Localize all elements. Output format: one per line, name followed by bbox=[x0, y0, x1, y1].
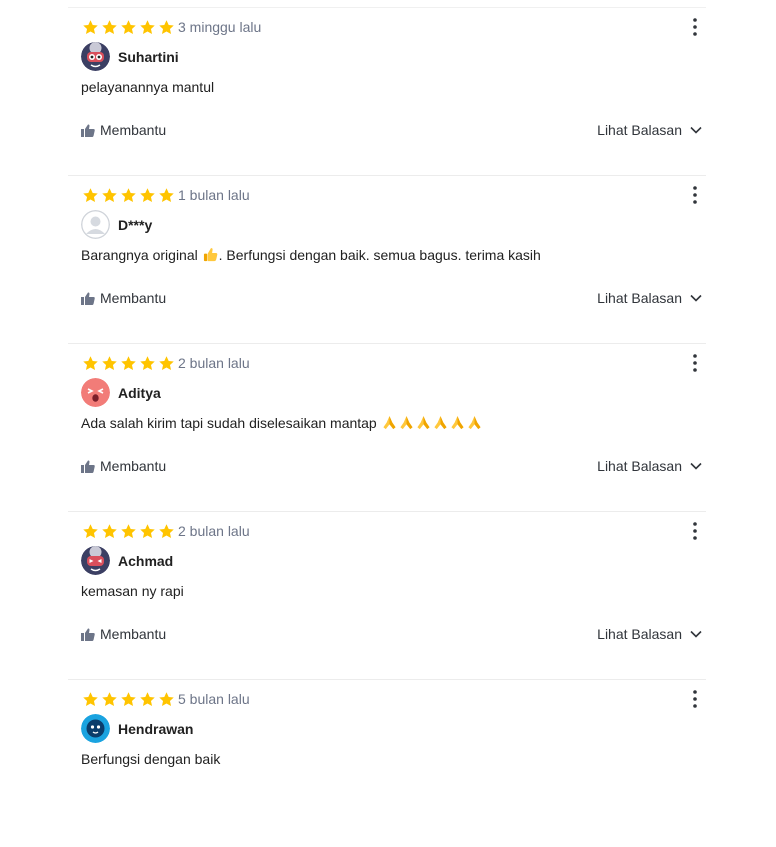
review-date: 2 bulan lalu bbox=[178, 355, 250, 371]
review-text-content: Barangnya original bbox=[81, 247, 198, 263]
review-text-content: Berfungsi dengan baik bbox=[81, 751, 221, 767]
avatar-pink-face-icon bbox=[81, 378, 110, 407]
helpful-button[interactable]: Membantu bbox=[81, 121, 166, 139]
more-options-icon[interactable] bbox=[686, 520, 704, 542]
chevron-down-icon bbox=[690, 462, 702, 470]
star-icon bbox=[121, 523, 136, 538]
star-icon bbox=[140, 523, 155, 538]
view-replies-button[interactable]: Lihat Balasan bbox=[597, 121, 702, 139]
thumbs-up-icon bbox=[203, 248, 217, 262]
review-date: 5 bulan lalu bbox=[178, 691, 250, 707]
review-text-content: kemasan ny rapi bbox=[81, 583, 184, 599]
review-date: 3 minggu lalu bbox=[178, 19, 262, 35]
more-options-icon[interactable] bbox=[686, 688, 704, 710]
more-options-icon[interactable] bbox=[686, 352, 704, 374]
review-item: 2 bulan lalu Aditya Ada salah kirim tapi… bbox=[68, 343, 706, 511]
more-options-icon[interactable] bbox=[686, 184, 704, 206]
star-icon bbox=[121, 187, 136, 202]
star-icon bbox=[121, 691, 136, 706]
avatar-default-icon bbox=[81, 210, 110, 239]
star-icon bbox=[83, 187, 98, 202]
folded-hands-icon bbox=[383, 415, 396, 430]
view-replies-button[interactable]: Lihat Balasan bbox=[597, 289, 702, 307]
review-date: 2 bulan lalu bbox=[178, 523, 250, 539]
rating-stars bbox=[82, 18, 177, 36]
view-replies-label: Lihat Balasan bbox=[597, 626, 682, 642]
avatar-robot-icon bbox=[81, 546, 110, 575]
view-replies-label: Lihat Balasan bbox=[597, 458, 682, 474]
review-text-content: pelayanannya mantul bbox=[81, 79, 215, 95]
rating-stars bbox=[82, 186, 177, 204]
star-icon bbox=[83, 19, 98, 34]
helpful-label: Membantu bbox=[100, 122, 167, 138]
star-icon bbox=[102, 19, 117, 34]
thumbs-up-icon bbox=[81, 291, 95, 305]
review-text-content: Ada salah kirim tapi sudah diselesaikan … bbox=[81, 415, 377, 431]
review-text: Berfungsi dengan baik bbox=[81, 749, 220, 769]
review-text: Ada salah kirim tapi sudah diselesaikan … bbox=[81, 413, 483, 433]
helpful-button[interactable]: Membantu bbox=[81, 289, 166, 307]
star-icon bbox=[140, 187, 155, 202]
star-icon bbox=[102, 523, 117, 538]
view-replies-button[interactable]: Lihat Balasan bbox=[597, 625, 702, 643]
review-text: Barangnya original . Berfungsi dengan ba… bbox=[81, 245, 541, 265]
star-icon bbox=[102, 691, 117, 706]
folded-hands-icon bbox=[417, 415, 430, 430]
review-text: kemasan ny rapi bbox=[81, 581, 184, 601]
review-text-continued: . Berfungsi dengan baik. semua bagus. te… bbox=[218, 247, 541, 263]
star-icon bbox=[140, 19, 155, 34]
helpful-label: Membantu bbox=[100, 458, 167, 474]
view-replies-label: Lihat Balasan bbox=[597, 290, 682, 306]
star-icon bbox=[159, 355, 174, 370]
star-icon bbox=[140, 691, 155, 706]
folded-hands-icon bbox=[434, 415, 447, 430]
avatar-blue-ghost-icon bbox=[81, 714, 110, 743]
star-icon bbox=[83, 691, 98, 706]
star-icon bbox=[140, 355, 155, 370]
chevron-down-icon bbox=[690, 126, 702, 134]
reviewer-name: Aditya bbox=[118, 385, 161, 401]
rating-stars bbox=[82, 690, 177, 708]
reviewer-name: D***y bbox=[118, 217, 153, 233]
star-icon bbox=[159, 187, 174, 202]
helpful-label: Membantu bbox=[100, 626, 167, 642]
star-icon bbox=[83, 523, 98, 538]
star-icon bbox=[121, 355, 136, 370]
rating-stars bbox=[82, 522, 177, 540]
thumbs-up-icon bbox=[81, 123, 95, 137]
star-icon bbox=[102, 187, 117, 202]
folded-hands-icon bbox=[451, 415, 464, 430]
helpful-button[interactable]: Membantu bbox=[81, 457, 166, 475]
reviewer-name: Achmad bbox=[118, 553, 174, 569]
review-item: 3 minggu lalu Suhartini pelayanannya man… bbox=[68, 7, 706, 175]
folded-hands-icon bbox=[400, 415, 413, 430]
chevron-down-icon bbox=[690, 630, 702, 638]
helpful-label: Membantu bbox=[100, 290, 167, 306]
review-item: 1 bulan lalu D***y Barangnya original . … bbox=[68, 175, 706, 343]
star-icon bbox=[159, 523, 174, 538]
review-item: 2 bulan lalu Achmad kemasan ny rapi Memb… bbox=[68, 511, 706, 679]
view-replies-button[interactable]: Lihat Balasan bbox=[597, 457, 702, 475]
avatar-robot-icon bbox=[81, 42, 110, 71]
star-icon bbox=[83, 355, 98, 370]
star-icon bbox=[159, 19, 174, 34]
folded-hands-icon bbox=[468, 415, 481, 430]
thumbs-up-icon bbox=[81, 459, 95, 473]
review-date: 1 bulan lalu bbox=[178, 187, 250, 203]
more-options-icon[interactable] bbox=[686, 16, 704, 38]
thumbs-up-icon bbox=[81, 627, 95, 641]
review-item: 5 bulan lalu Hendrawan Berfungsi dengan … bbox=[68, 679, 706, 847]
folded-hands-emoji-group bbox=[381, 415, 483, 431]
view-replies-label: Lihat Balasan bbox=[597, 122, 682, 138]
reviewer-name: Hendrawan bbox=[118, 721, 194, 737]
review-text: pelayanannya mantul bbox=[81, 77, 214, 97]
star-icon bbox=[102, 355, 117, 370]
reviewer-name: Suhartini bbox=[118, 49, 179, 65]
star-icon bbox=[121, 19, 136, 34]
star-icon bbox=[159, 691, 174, 706]
helpful-button[interactable]: Membantu bbox=[81, 625, 166, 643]
chevron-down-icon bbox=[690, 294, 702, 302]
review-list: 3 minggu lalu Suhartini pelayanannya man… bbox=[68, 7, 706, 847]
rating-stars bbox=[82, 354, 177, 372]
